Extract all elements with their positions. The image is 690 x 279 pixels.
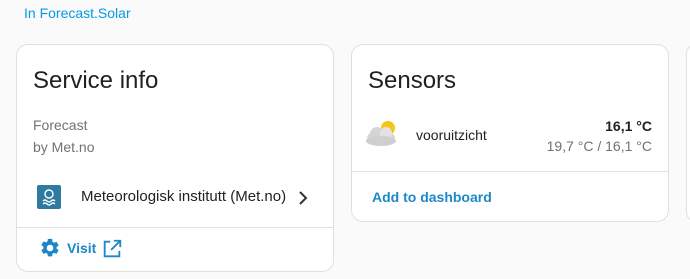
next-card-edge [686,44,690,222]
provider-row[interactable]: Meteorologisk institutt (Met.no) [17,181,333,217]
service-provider-text: by Met.no [33,139,95,155]
partly-cloudy-icon [364,117,400,156]
sensor-name: vooruitzicht [416,127,487,143]
met-no-logo-icon [37,185,61,209]
visit-button[interactable]: Visit [39,237,149,261]
sensors-title: Sensors [368,67,457,94]
service-divider [17,227,333,228]
service-info-title: Service info [33,67,159,94]
gear-icon [39,237,61,264]
sensors-divider [352,171,668,172]
forecast-solar-link[interactable]: In Forecast.Solar [24,5,131,21]
sensor-row[interactable]: vooruitzicht 16,1 °C 19,7 °C / 16,1 °C [352,113,668,159]
service-info-card: Service info Forecast by Met.no Meteorol… [16,44,334,272]
visit-label: Visit [67,240,97,256]
sensor-temperature: 16,1 °C [605,118,652,134]
sensors-card: Sensors vooruitzicht 16,1 °C 19,7 °C / 1… [351,44,669,222]
open-in-new-icon [101,238,123,265]
provider-label: Meteorologisk institutt (Met.no) [81,188,287,205]
service-type-text: Forecast [33,117,88,133]
add-to-dashboard-button[interactable]: Add to dashboard [372,189,492,205]
chevron-right-icon [297,189,309,212]
sensor-temperature-range: 19,7 °C / 16,1 °C [546,138,652,154]
